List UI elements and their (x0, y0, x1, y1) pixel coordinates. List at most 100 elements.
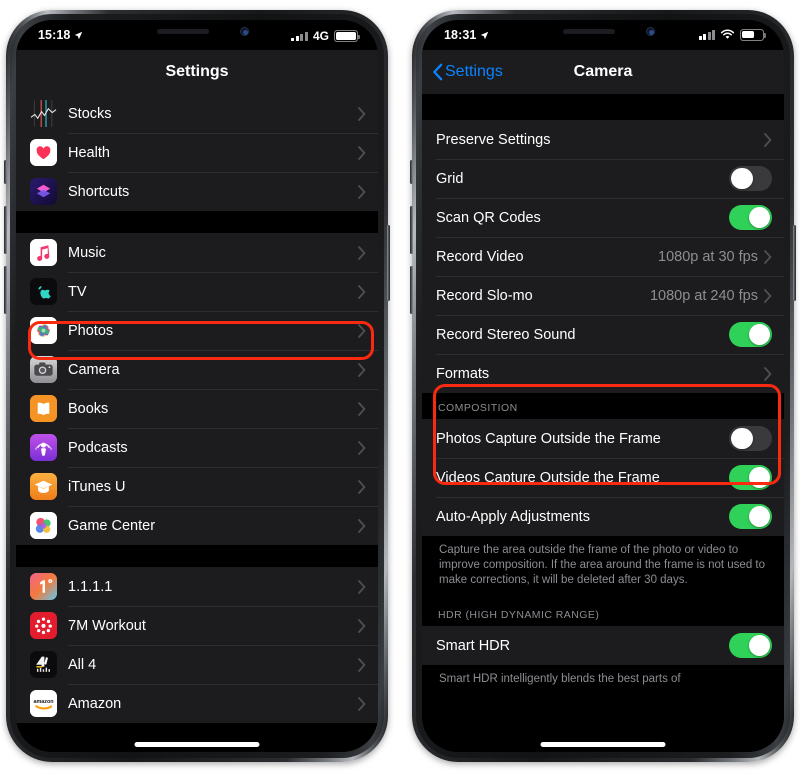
right-phone-power-button[interactable] (793, 225, 796, 301)
list-item[interactable]: Videos Capture Outside the Frame (422, 458, 784, 497)
notch (121, 20, 273, 45)
back-button-label: Settings (445, 63, 503, 80)
toggle-switch[interactable] (729, 321, 772, 348)
photos-app-icon (30, 317, 57, 344)
podcasts-app-icon (30, 434, 57, 461)
list-item-label: 7M Workout (68, 617, 146, 634)
list-item-label: Amazon (68, 695, 122, 712)
gamecenter-app-icon (30, 512, 57, 539)
left-phone-mute-switch[interactable] (4, 160, 7, 184)
chevron-right-icon (358, 518, 366, 533)
list-item-value: 1080p at 240 fps (649, 287, 758, 304)
list-item-label: Photos (68, 322, 114, 339)
right-phone-mute-switch[interactable] (410, 160, 413, 184)
list-item-label: Podcasts (68, 439, 128, 456)
left-phone-power-button[interactable] (387, 225, 390, 301)
shortcuts-app-icon (30, 178, 57, 205)
list-item[interactable]: Scan QR Codes (422, 198, 784, 237)
section-gap (16, 545, 378, 567)
list-item-label: All 4 (68, 656, 97, 673)
chevron-right-icon (764, 288, 772, 303)
list-item[interactable]: Record Stereo Sound (422, 315, 784, 354)
left-status-indicators: 4G (291, 29, 361, 43)
toggle-knob (731, 427, 753, 450)
list-item[interactable]: Stocks (16, 94, 378, 133)
list-item-label: iTunes U (68, 478, 126, 495)
toggle-knob (748, 206, 770, 229)
list-item[interactable]: Formats (422, 354, 784, 393)
toggle-switch[interactable] (729, 464, 772, 491)
home-indicator[interactable] (134, 742, 260, 747)
list-item[interactable]: 4 1.1.1.1 (16, 567, 378, 606)
right-phone-volume-up[interactable] (410, 206, 413, 254)
list-item[interactable]: Auto-Apply Adjustments (422, 497, 784, 536)
list-item-label: Photos Capture Outside the Frame (436, 430, 661, 447)
chevron-right-icon (358, 657, 366, 672)
left-phone-volume-down[interactable] (4, 266, 7, 314)
list-item[interactable]: Shortcuts (16, 172, 378, 211)
list-item[interactable]: Health (16, 133, 378, 172)
list-item-label: Stocks (68, 105, 112, 122)
toggle-switch[interactable] (729, 632, 772, 659)
right-nav-bar: Settings Camera (422, 50, 784, 94)
list-item-label: Game Center (68, 517, 156, 534)
list-item[interactable]: Music (16, 233, 378, 272)
list-item[interactable]: Camera (16, 350, 378, 389)
back-button[interactable]: Settings (432, 63, 503, 81)
list-item-label: Books (68, 400, 109, 417)
list-item[interactable]: Smart HDR (422, 626, 784, 665)
list-section: Smart HDR (422, 626, 784, 665)
music-app-icon (30, 239, 57, 266)
list-item[interactable]: amazon Amazon (16, 684, 378, 723)
right-iphone-device: 18:31 Settings Camera Preserve Settings … (410, 10, 796, 762)
section-header: HDR (HIGH DYNAMIC RANGE) (422, 600, 784, 626)
list-item-label: Smart HDR (436, 637, 511, 654)
left-phone-screen: 15:18 4G Settings Stocks Health Shortcuts M… (16, 20, 378, 752)
list-item[interactable]: iTunes U (16, 467, 378, 506)
list-section: Preserve Settings Grid Scan QR Codes Record… (422, 120, 784, 393)
chevron-right-icon (358, 479, 366, 494)
front-camera-icon (240, 27, 249, 36)
list-item[interactable]: Record Slo-mo 1080p at 240 fps (422, 276, 784, 315)
list-item[interactable]: Game Center (16, 506, 378, 545)
list-item[interactable]: Grid (422, 159, 784, 198)
toggle-switch[interactable] (729, 425, 772, 452)
stocks-app-icon (30, 100, 57, 127)
list-item-label: Music (68, 244, 106, 261)
toggle-switch[interactable] (729, 503, 772, 530)
list-item[interactable]: TV (16, 272, 378, 311)
carrier-label: 4G (312, 29, 329, 43)
list-item[interactable]: Podcasts (16, 428, 378, 467)
camera-settings-list[interactable]: Preserve Settings Grid Scan QR Codes Record… (422, 94, 784, 752)
list-item[interactable]: All 4 (16, 645, 378, 684)
settings-list[interactable]: Stocks Health Shortcuts Music TV Photos Camera… (16, 94, 378, 752)
list-item[interactable]: 7M Workout (16, 606, 378, 645)
chevron-right-icon (764, 249, 772, 264)
chevron-right-icon (764, 366, 772, 381)
amazon-app-icon: amazon (30, 690, 57, 717)
list-item-label: Record Stereo Sound (436, 326, 576, 343)
left-phone-volume-up[interactable] (4, 206, 7, 254)
list-item[interactable]: Preserve Settings (422, 120, 784, 159)
chevron-right-icon (358, 401, 366, 416)
battery-icon (740, 29, 767, 41)
list-item-label: Record Slo-mo (436, 287, 533, 304)
toggle-switch[interactable] (729, 204, 772, 231)
list-item-label: Videos Capture Outside the Frame (436, 469, 660, 486)
list-item[interactable]: Books (16, 389, 378, 428)
chevron-right-icon (358, 145, 366, 160)
left-iphone-device: 15:18 4G Settings Stocks Health Shortcuts M… (4, 10, 390, 762)
list-section: Music TV Photos Camera Books Podcasts iTunes U… (16, 233, 378, 545)
chevron-right-icon (358, 106, 366, 121)
list-item-label: Auto-Apply Adjustments (436, 508, 590, 525)
itunesu-app-icon (30, 473, 57, 500)
home-indicator[interactable] (540, 742, 666, 747)
all4-app-icon (30, 651, 57, 678)
right-phone-volume-down[interactable] (410, 266, 413, 314)
list-item[interactable]: Photos Capture Outside the Frame (422, 419, 784, 458)
list-item[interactable]: Photos (16, 311, 378, 350)
list-item[interactable]: Record Video 1080p at 30 fps (422, 237, 784, 276)
section-gap (422, 94, 784, 120)
toggle-switch[interactable] (729, 165, 772, 192)
list-item-label: Preserve Settings (436, 131, 551, 148)
